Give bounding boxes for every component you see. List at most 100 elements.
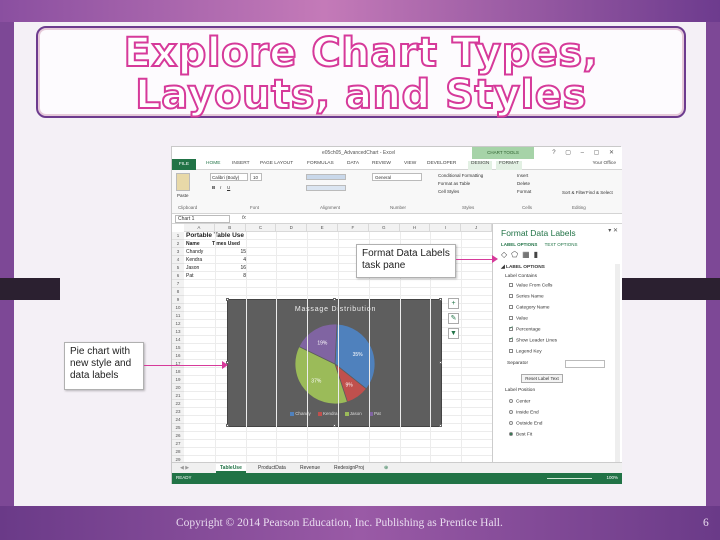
row-header-18[interactable]: 18 (172, 368, 184, 376)
window-controls[interactable]: ? ▢ – ▢ ✕ (552, 149, 618, 156)
row-header-1[interactable]: 1 (172, 232, 184, 240)
checkbox-percentage[interactable]: Percentage (509, 325, 541, 332)
sort-filter-button[interactable]: Sort & Filter (562, 190, 586, 195)
section-label-options[interactable]: ◢ LABEL OPTIONS (501, 265, 545, 270)
row-header-5[interactable]: 5 (172, 264, 184, 272)
data-label-kendra[interactable]: 9% (346, 382, 354, 388)
checkbox-value[interactable]: Value (509, 316, 528, 321)
row-header-3[interactable]: 3 (172, 248, 184, 256)
row-header-2[interactable]: 2 (172, 240, 184, 248)
chart-filters-icon[interactable]: ▼ (448, 328, 459, 339)
italic-button[interactable]: I (220, 185, 221, 190)
paste-icon[interactable] (176, 173, 190, 191)
row-header-16[interactable]: 16 (172, 352, 184, 360)
row-header-12[interactable]: 12 (172, 320, 184, 328)
column-header-d[interactable]: D (276, 224, 308, 232)
format-cells-button[interactable]: Format (517, 189, 531, 194)
tab-file[interactable]: FILE (172, 159, 196, 170)
find-select-button[interactable]: Find & Select (586, 190, 613, 195)
delete-cells-button[interactable]: Delete (517, 181, 530, 186)
checkbox-show-leader-lines[interactable]: Show Leader Lines (509, 336, 557, 343)
row-header-9[interactable]: 9 (172, 296, 184, 304)
reset-label-text-button[interactable]: Reset Label Text (521, 374, 563, 383)
tab-review[interactable]: REVIEW (372, 161, 391, 166)
checkbox-legend-key[interactable]: Legend Key (509, 349, 542, 354)
row-header-24[interactable]: 24 (172, 416, 184, 424)
resize-handle-bl[interactable] (226, 424, 229, 427)
data-label-jason[interactable]: 37% (311, 378, 322, 384)
resize-handle-tr[interactable] (439, 298, 442, 301)
radio-best-fit[interactable]: Best Fit (509, 432, 532, 437)
tab-insert[interactable]: INSERT (232, 161, 250, 166)
row-header-6[interactable]: 6 (172, 272, 184, 280)
task-pane-scrollbar[interactable] (615, 264, 620, 464)
row-header-23[interactable]: 23 (172, 408, 184, 416)
row-header-14[interactable]: 14 (172, 336, 184, 344)
checkbox-value-from-cells[interactable]: Value From Cells (509, 283, 552, 288)
row-header-25[interactable]: 25 (172, 424, 184, 432)
column-header-c[interactable]: C (245, 224, 277, 232)
insert-cells-button[interactable]: Insert (517, 173, 528, 178)
user-account[interactable]: Your Office (593, 161, 616, 166)
resize-handle-r[interactable] (439, 361, 442, 364)
radio-outside-end[interactable]: Outside End (509, 421, 542, 426)
sheet-nav-arrows[interactable]: ◀ ▶ (176, 464, 193, 473)
data-label-chandy[interactable]: 35% (353, 352, 364, 358)
resize-handle-tl[interactable] (226, 298, 229, 301)
row-header-10[interactable]: 10 (172, 304, 184, 312)
tab-formulas[interactable]: FORMULAS (307, 161, 334, 166)
column-header-i[interactable]: I (430, 224, 462, 232)
row-header-7[interactable]: 7 (172, 280, 184, 288)
row-header-21[interactable]: 21 (172, 392, 184, 400)
checkbox-series-name[interactable]: Series Name (509, 294, 544, 299)
resize-handle-t[interactable] (333, 298, 336, 301)
pie-chart[interactable]: Massage Distribution 35% 9% 37% 19% Chandy … (226, 298, 442, 427)
sheet-tab-revenue[interactable]: Revenue (296, 464, 324, 473)
close-icon[interactable]: ▾ ✕ (608, 227, 618, 234)
radio-inside-end[interactable]: Inside End (509, 410, 539, 415)
number-format-box[interactable]: General (372, 173, 422, 181)
sheet-tab-productdata[interactable]: ProductData (254, 464, 290, 473)
column-header-g[interactable]: G (368, 224, 400, 232)
font-name-box[interactable]: Calibri (Body) (210, 173, 248, 181)
conditional-formatting-button[interactable]: Conditional Formatting (438, 173, 483, 178)
column-header-j[interactable]: J (461, 224, 492, 232)
row-header-8[interactable]: 8 (172, 288, 184, 296)
zoom-level[interactable]: 100% (606, 475, 618, 480)
data-label-pat[interactable]: 19% (317, 341, 328, 347)
column-header-h[interactable]: H (399, 224, 431, 232)
row-header-22[interactable]: 22 (172, 400, 184, 408)
chart-elements-icon[interactable]: + (448, 298, 459, 309)
tab-home[interactable]: HOME (206, 161, 220, 166)
label-options-icon[interactable]: ▮ (534, 250, 542, 259)
row-header-15[interactable]: 15 (172, 344, 184, 352)
tab-design[interactable]: DESIGN (468, 161, 493, 170)
row-header-27[interactable]: 27 (172, 440, 184, 448)
checkbox-category-name[interactable]: Category Name (509, 305, 550, 310)
tab-label-options[interactable]: LABEL OPTIONS (501, 242, 537, 247)
row-header-17[interactable]: 17 (172, 360, 184, 368)
tab-page-layout[interactable]: PAGE LAYOUT (260, 161, 293, 166)
align-buttons[interactable] (306, 185, 346, 191)
row-header-4[interactable]: 4 (172, 256, 184, 264)
sheet-tab-tableuse[interactable]: TableUse (216, 464, 246, 473)
format-as-table-button[interactable]: Format as Table (438, 181, 470, 186)
tab-text-options[interactable]: TEXT OPTIONS (545, 242, 578, 247)
align-top-buttons[interactable] (306, 174, 346, 180)
effects-icon[interactable]: ⬠ (511, 250, 522, 259)
row-header-19[interactable]: 19 (172, 376, 184, 384)
size-properties-icon[interactable]: ▦ (522, 250, 534, 259)
column-header-f[interactable]: F (338, 224, 369, 232)
row-header-20[interactable]: 20 (172, 384, 184, 392)
radio-center[interactable]: Center (509, 399, 530, 404)
zoom-slider[interactable] (547, 478, 592, 479)
resize-handle-br[interactable] (439, 424, 442, 427)
resize-handle-b[interactable] (333, 424, 336, 427)
row-header-26[interactable]: 26 (172, 432, 184, 440)
bold-button[interactable]: B (212, 185, 215, 190)
sheet-tab-redesignproj[interactable]: RedesignProj (330, 464, 368, 473)
tab-developer[interactable]: DEVELOPER (427, 161, 456, 166)
column-header-e[interactable]: E (307, 224, 338, 232)
fill-line-icon[interactable]: ◇ (501, 250, 511, 259)
tab-data[interactable]: DATA (347, 161, 359, 166)
